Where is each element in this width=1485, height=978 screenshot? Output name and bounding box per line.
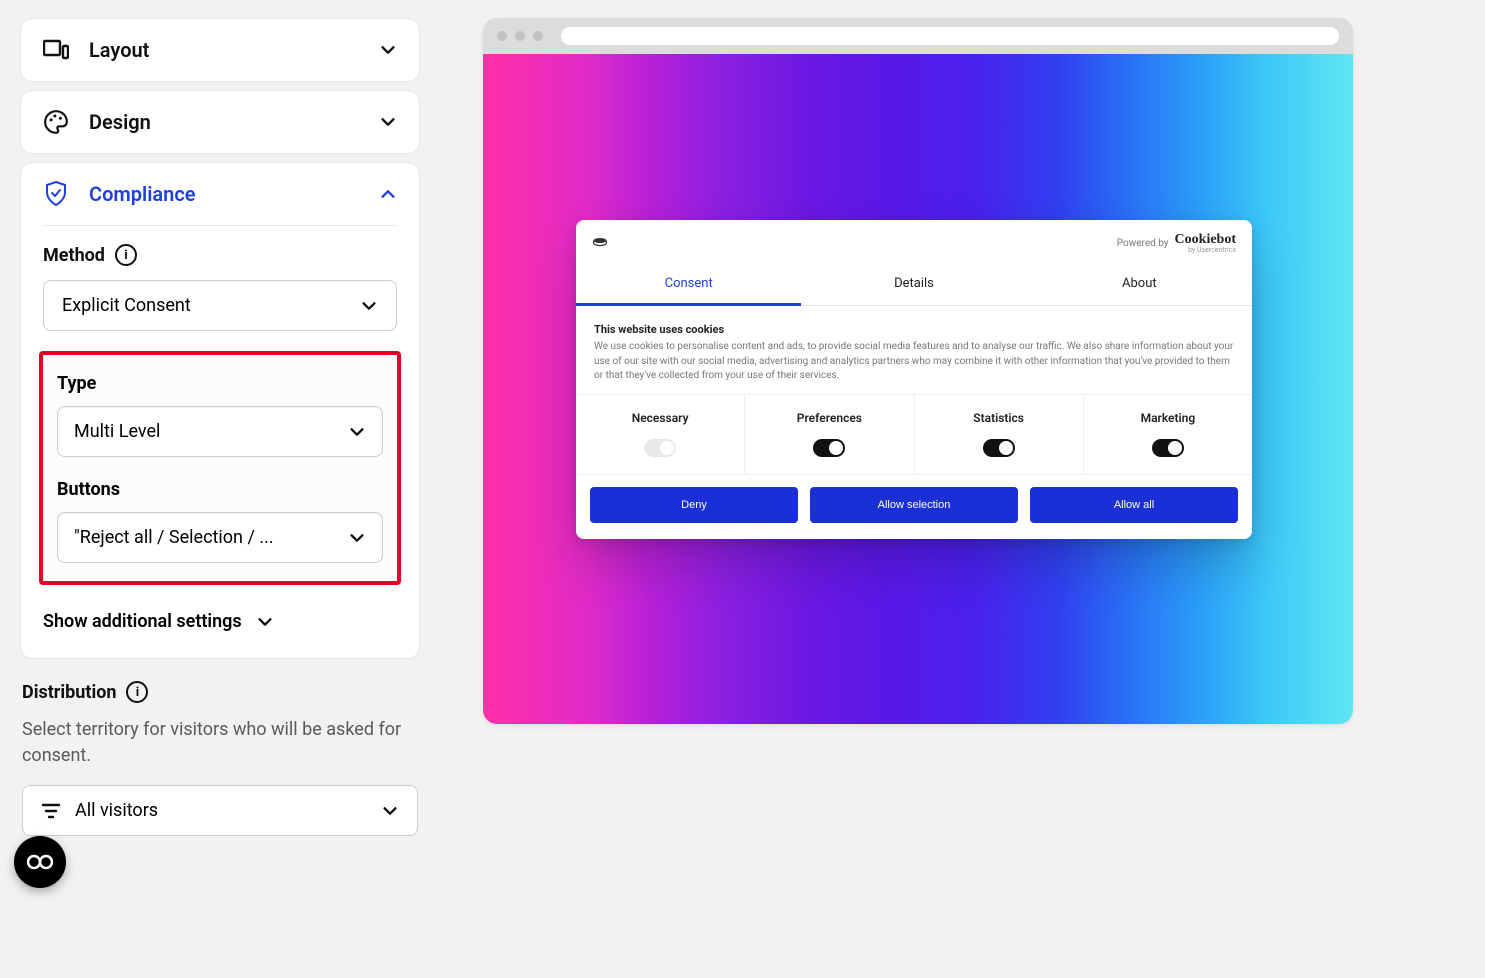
distribution-label: Distribution i xyxy=(22,681,418,703)
distribution-select[interactable]: All visitors xyxy=(22,785,418,836)
powered-by: Powered by Cookiebot by Usercentrics xyxy=(1117,232,1236,254)
section-compliance: Compliance Method i Explicit Consent Typ… xyxy=(20,162,420,659)
url-bar xyxy=(561,27,1339,45)
window-dot xyxy=(515,31,525,41)
dialog-tabs: Consent Details About xyxy=(576,264,1252,309)
info-icon[interactable]: i xyxy=(126,681,148,703)
toggle-necessary xyxy=(644,439,676,457)
window-dot xyxy=(497,31,507,41)
preview-viewport: Powered by Cookiebot by Usercentrics Con… xyxy=(483,54,1353,724)
dialog-heading: This website uses cookies xyxy=(594,323,1234,336)
shield-check-icon xyxy=(43,181,69,207)
deny-button[interactable]: Deny xyxy=(590,487,798,523)
distribution-section: Distribution i Select territory for visi… xyxy=(20,681,420,836)
consent-categories: Necessary Preferences Statistics Marketi… xyxy=(576,394,1252,475)
filter-icon xyxy=(41,803,61,819)
section-design[interactable]: Design xyxy=(20,90,420,154)
buttons-select[interactable]: "Reject all / Selection / ... xyxy=(57,512,383,563)
tab-consent[interactable]: Consent xyxy=(576,264,801,305)
type-buttons-highlight: Type Multi Level Buttons "Reject all / S… xyxy=(39,351,401,585)
preview-pane: Powered by Cookiebot by Usercentrics Con… xyxy=(483,18,1353,724)
distribution-description: Select territory for visitors who will b… xyxy=(22,717,418,769)
design-title: Design xyxy=(89,110,379,134)
method-select[interactable]: Explicit Consent xyxy=(43,280,397,331)
show-additional-settings[interactable]: Show additional settings xyxy=(43,603,397,636)
brand-name: Cookiebot xyxy=(1175,232,1236,247)
type-select[interactable]: Multi Level xyxy=(57,406,383,457)
info-icon[interactable]: i xyxy=(115,244,137,266)
tab-active-indicator xyxy=(576,303,801,306)
chevron-down-icon xyxy=(381,802,399,820)
cookie-logo-icon xyxy=(592,235,608,251)
cookie-consent-dialog: Powered by Cookiebot by Usercentrics Con… xyxy=(576,220,1252,539)
tab-details[interactable]: Details xyxy=(801,264,1026,305)
palette-icon xyxy=(43,109,69,135)
chevron-down-icon xyxy=(360,297,378,315)
type-label: Type xyxy=(57,373,383,394)
section-layout[interactable]: Layout xyxy=(20,18,420,82)
link-icon xyxy=(27,853,53,871)
tab-about[interactable]: About xyxy=(1027,264,1252,305)
chevron-down-icon xyxy=(348,529,366,547)
layout-icon xyxy=(43,37,69,63)
category-statistics: Statistics xyxy=(915,395,1084,474)
settings-sidebar: Layout Design Compliance xyxy=(20,18,420,836)
category-marketing: Marketing xyxy=(1084,395,1252,474)
chevron-down-icon xyxy=(348,423,366,441)
dialog-description: We use cookies to personalise content an… xyxy=(594,340,1234,384)
chevron-down-icon xyxy=(256,613,274,631)
buttons-label: Buttons xyxy=(57,479,383,500)
allow-selection-button[interactable]: Allow selection xyxy=(810,487,1018,523)
toggle-statistics[interactable] xyxy=(983,439,1015,457)
support-fab[interactable] xyxy=(14,836,66,888)
chevron-up-icon xyxy=(379,185,397,203)
compliance-header[interactable]: Compliance xyxy=(21,163,419,225)
dialog-actions: Deny Allow selection Allow all xyxy=(576,475,1252,539)
toggle-preferences[interactable] xyxy=(813,439,845,457)
allow-all-button[interactable]: Allow all xyxy=(1030,487,1238,523)
window-dot xyxy=(533,31,543,41)
toggle-marketing[interactable] xyxy=(1152,439,1184,457)
chevron-down-icon xyxy=(379,113,397,131)
category-necessary: Necessary xyxy=(576,395,745,474)
compliance-title: Compliance xyxy=(89,182,379,206)
category-preferences: Preferences xyxy=(745,395,914,474)
layout-title: Layout xyxy=(89,38,379,62)
chevron-down-icon xyxy=(379,41,397,59)
browser-chrome xyxy=(483,18,1353,54)
method-label: Method i xyxy=(43,244,397,266)
